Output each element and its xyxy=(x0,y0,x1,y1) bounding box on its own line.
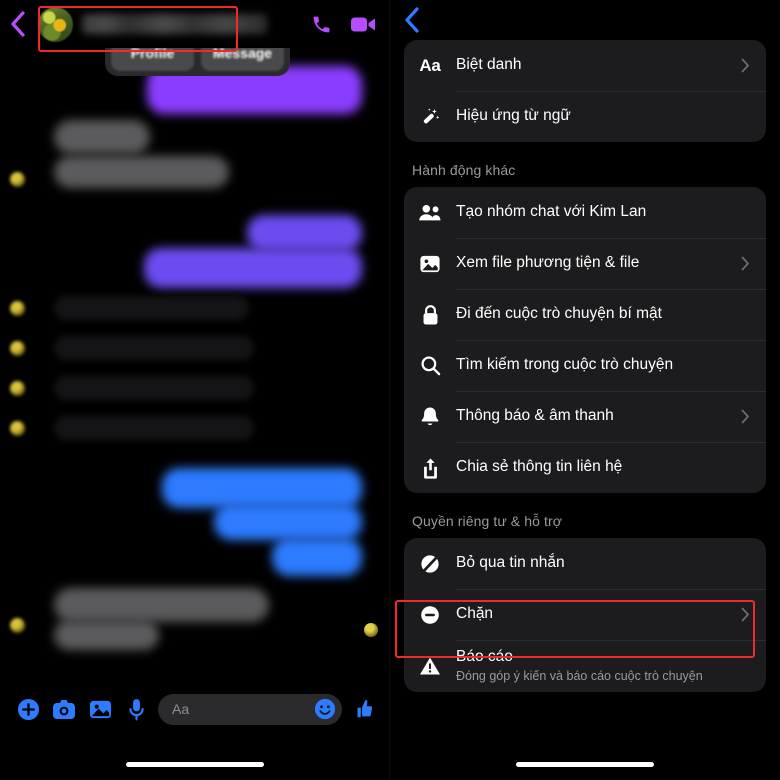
chevron-right-icon xyxy=(738,607,752,622)
aa-text-icon: Aa xyxy=(419,55,441,75)
settings-row-label: Đi đến cuộc trò chuyện bí mật xyxy=(456,305,662,323)
chevron-right-icon xyxy=(738,256,752,271)
image-icon[interactable] xyxy=(82,699,118,720)
settings-row-nickname[interactable]: Aa Biệt danh xyxy=(404,40,766,91)
seen-indicator-avatar xyxy=(364,623,378,637)
settings-row-ignore-messages[interactable]: Bỏ qua tin nhắn xyxy=(404,538,766,589)
settings-row-share-contact[interactable]: Chia sẻ thông tin liên hệ xyxy=(404,442,766,493)
video-camera-icon[interactable] xyxy=(350,15,376,34)
lock-icon xyxy=(404,304,456,326)
message-bubble[interactable] xyxy=(54,120,150,154)
magic-wand-icon xyxy=(404,106,456,128)
message-sender-avatar xyxy=(10,172,25,187)
message-bubble[interactable] xyxy=(247,215,362,251)
message-bubble[interactable] xyxy=(54,376,254,400)
settings-row-view-media-files[interactable]: Xem file phương tiện & file xyxy=(404,238,766,289)
conversation-settings-screen: Aa Biệt danh Hiệu ứng từ ngữ Hành động k… xyxy=(390,0,780,780)
chat-contact-header[interactable] xyxy=(34,6,311,42)
chat-message-list[interactable] xyxy=(0,48,389,700)
chevron-left-icon[interactable] xyxy=(0,11,34,37)
phone-call-icon[interactable] xyxy=(311,14,332,35)
chevron-left-icon[interactable] xyxy=(404,7,419,33)
message-bubble[interactable] xyxy=(54,336,254,360)
microphone-icon[interactable] xyxy=(118,698,154,721)
settings-row-label: Thông báo & âm thanh xyxy=(456,407,614,425)
settings-row-label: Xem file phương tiện & file xyxy=(456,254,640,272)
settings-row-label: Tìm kiếm trong cuộc trò chuyện xyxy=(456,356,674,374)
message-bubble[interactable] xyxy=(162,468,362,508)
avatar[interactable] xyxy=(38,6,73,42)
warning-icon xyxy=(404,656,456,676)
settings-row-word-effects[interactable]: Hiệu ứng từ ngữ xyxy=(404,91,766,142)
settings-header xyxy=(390,0,780,40)
settings-row-label: Bỏ qua tin nhắn xyxy=(456,554,565,572)
group-people-icon xyxy=(404,203,456,222)
mute-slash-icon xyxy=(404,553,456,575)
block-minus-icon xyxy=(404,604,456,626)
settings-row-sublabel: Đóng góp ý kiến và báo cáo cuộc trò chuy… xyxy=(456,669,703,684)
thumbs-up-icon[interactable] xyxy=(346,698,380,720)
chat-header xyxy=(0,0,389,48)
bell-icon xyxy=(404,406,456,428)
settings-row-report[interactable]: Báo cáo Đóng góp ý kiến và báo cáo cuộc … xyxy=(404,640,766,692)
message-bubble[interactable] xyxy=(54,588,269,622)
search-icon xyxy=(404,355,456,376)
settings-group-customize: Aa Biệt danh Hiệu ứng từ ngữ xyxy=(404,40,766,142)
settings-row-create-group-chat[interactable]: Tạo nhóm chat với Kim Lan xyxy=(404,187,766,238)
settings-row-label: Hiệu ứng từ ngữ xyxy=(456,107,571,125)
message-bubble[interactable] xyxy=(272,538,362,576)
camera-icon[interactable] xyxy=(46,699,82,720)
chevron-right-icon xyxy=(738,58,752,73)
home-indicator xyxy=(516,762,654,767)
message-sender-avatar xyxy=(10,618,25,633)
home-indicator xyxy=(125,762,264,767)
settings-row-label: Báo cáo xyxy=(456,648,513,665)
message-input-placeholder: Aa xyxy=(172,701,190,717)
messenger-chat-screen: Profile Message Aa xyxy=(0,0,390,780)
message-sender-avatar xyxy=(10,421,25,436)
chevron-right-icon xyxy=(738,409,752,424)
share-icon xyxy=(404,457,456,479)
plus-circle-icon[interactable] xyxy=(10,698,46,721)
settings-group-privacy-support: Bỏ qua tin nhắn Chặn Báo cáo Đóng góp ý … xyxy=(404,538,766,693)
settings-section-title-other-actions: Hành động khác xyxy=(412,162,516,178)
settings-row-label: Biệt danh xyxy=(456,56,522,74)
message-bubble[interactable] xyxy=(54,416,254,440)
message-sender-avatar xyxy=(10,381,25,396)
message-bubble[interactable] xyxy=(54,156,229,188)
settings-row-label: Chia sẻ thông tin liên hệ xyxy=(456,458,623,476)
contact-name xyxy=(82,14,267,34)
settings-row-label: Chặn xyxy=(456,605,494,623)
message-bubble[interactable] xyxy=(54,620,159,650)
settings-row-secret-conversation[interactable]: Đi đến cuộc trò chuyện bí mật xyxy=(404,289,766,340)
message-composer: Aa xyxy=(0,686,389,732)
photo-icon xyxy=(404,254,456,274)
emoji-smiley-icon[interactable] xyxy=(314,698,336,720)
message-bubble[interactable] xyxy=(144,248,362,288)
settings-row-search-conversation[interactable]: Tìm kiếm trong cuộc trò chuyện xyxy=(404,340,766,391)
settings-row-label: Tạo nhóm chat với Kim Lan xyxy=(456,203,647,221)
message-bubble[interactable] xyxy=(214,504,362,540)
settings-row-notifications-sounds[interactable]: Thông báo & âm thanh xyxy=(404,391,766,442)
settings-section-title-privacy-support: Quyền riêng tư & hỗ trợ xyxy=(412,513,563,529)
settings-group-other-actions: Tạo nhóm chat với Kim Lan Xem file phươn… xyxy=(404,187,766,493)
chat-header-actions xyxy=(311,14,389,35)
settings-row-block[interactable]: Chặn xyxy=(404,589,766,640)
message-sender-avatar xyxy=(10,301,25,316)
dual-screenshot: Profile Message Aa Aa Biệt danh Hiệu ứng… xyxy=(0,0,780,780)
message-sender-avatar xyxy=(10,341,25,356)
message-bubble[interactable] xyxy=(54,296,249,320)
message-input-field[interactable]: Aa xyxy=(158,693,342,725)
